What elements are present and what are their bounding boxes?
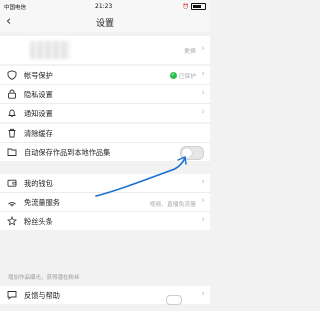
settings-item-label: 反馈与帮助 (24, 291, 60, 300)
protection-status-text: 已保护 (178, 74, 196, 80)
chevron-right-icon: › (201, 215, 205, 225)
services-group: 我的钱包 › 免流量服务 视频、直播免流量 › 粉丝头条 › (0, 174, 210, 230)
account-group: 帐号保护 ✓ 已保护 › 隐私设置 › 通知设置 › (0, 66, 210, 122)
watermark-icon (166, 295, 182, 305)
chevron-right-icon: › (201, 196, 205, 206)
signal-icon (8, 202, 16, 207)
lock-icon (8, 89, 16, 99)
settings-item-privacy[interactable]: 隐私设置 › (0, 85, 210, 104)
settings-item-clear-cache[interactable]: 清除缓存 (0, 124, 210, 143)
settings-item-fan-headlines[interactable]: 粉丝头条 › (0, 212, 210, 230)
chevron-right-icon: › (201, 69, 205, 79)
settings-item-wallet[interactable]: 我的钱包 › (0, 174, 210, 193)
protection-status: ✓ 已保护 (169, 71, 196, 80)
settings-item-label: 清除缓存 (24, 129, 53, 138)
settings-item-label: 免流量服务 (24, 198, 60, 207)
status-icons: ⏰ (183, 3, 206, 10)
auto-save-toggle[interactable] (180, 146, 204, 160)
settings-item-label: 帐号保护 (24, 71, 53, 80)
settings-item-label: 通知设置 (24, 109, 53, 118)
free-data-description: 视频、直播免流量 (149, 202, 196, 208)
toggle-knob (182, 148, 192, 158)
clock: 21:23 (95, 3, 113, 10)
status-bar: 中国电信 21:23 ⏰ (0, 0, 210, 12)
chevron-right-icon: › (201, 107, 205, 117)
settings-item-label: 自动保存作品到本地作品集 (24, 148, 111, 157)
settings-item-auto-save[interactable]: 自动保存作品到本地作品集 (0, 143, 210, 161)
carrier-label: 中国电信 (4, 5, 27, 11)
battery-icon (191, 3, 206, 10)
settings-item-free-data[interactable]: 免流量服务 视频、直播免流量 › (0, 193, 210, 212)
fan-headlines-hint: 增加作品曝光，获得潜在粉丝 (8, 275, 80, 281)
profile-row[interactable]: 更换 › (0, 36, 210, 64)
bell-icon (8, 109, 16, 117)
navigation-bar: ‹ 设置 (0, 12, 210, 32)
settings-item-notifications[interactable]: 通知设置 › (0, 104, 210, 122)
chevron-right-icon: › (201, 88, 205, 98)
settings-item-account-protection[interactable]: 帐号保护 ✓ 已保护 › (0, 66, 210, 85)
storage-group: 清除缓存 自动保存作品到本地作品集 (0, 124, 210, 161)
chevron-right-icon: › (201, 289, 205, 299)
folder-icon (7, 148, 17, 156)
trash-icon (8, 128, 16, 138)
settings-item-label: 我的钱包 (24, 179, 53, 188)
chevron-right-icon: › (201, 177, 205, 187)
avatar (30, 41, 70, 59)
shield-icon (7, 70, 17, 80)
alarm-icon: ⏰ (182, 3, 189, 10)
check-icon: ✓ (169, 72, 177, 79)
wallet-icon (7, 179, 17, 187)
settings-item-label: 粉丝头条 (24, 217, 53, 226)
chevron-right-icon: › (201, 44, 205, 54)
settings-item-label: 隐私设置 (24, 90, 53, 99)
profile-change-label: 更换 (183, 48, 196, 55)
feedback-icon (7, 291, 17, 300)
star-icon (7, 216, 17, 226)
page-title: 设置 (95, 19, 114, 29)
